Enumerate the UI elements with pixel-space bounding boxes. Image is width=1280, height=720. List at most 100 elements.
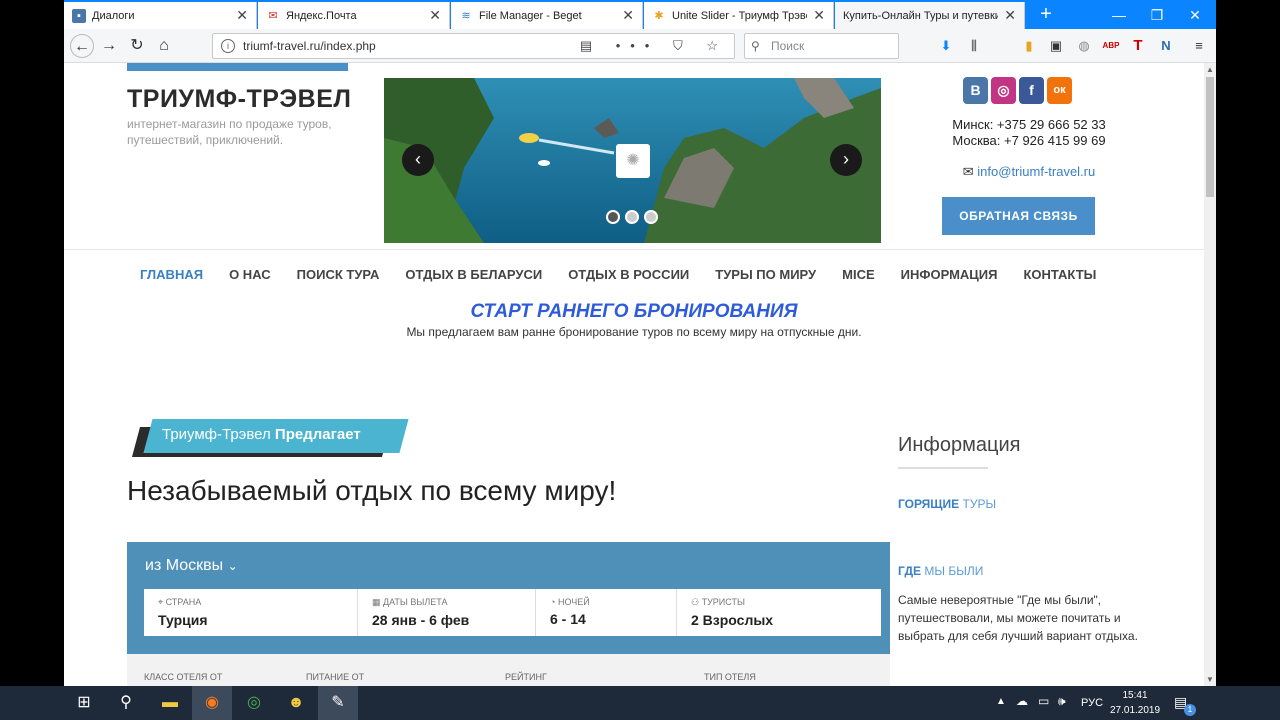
filter-rating[interactable]: РЕЙТИНГ — [505, 672, 547, 682]
phone-moscow: Москва: +7 926 415 99 69 — [952, 133, 1106, 148]
nav-item-home[interactable]: ГЛАВНАЯ — [140, 267, 203, 282]
dates-field[interactable]: ▦ ДАТЫ ВЫЛЕТА 28 янв - 6 фев — [358, 589, 536, 636]
menu-icon[interactable]: ≡ — [1190, 37, 1208, 55]
tab-file-manager[interactable]: ≋ File Manager - Beget ✕ — [451, 2, 643, 29]
nav-item-contacts[interactable]: КОНТАКТЫ — [1023, 267, 1096, 282]
tab-title: Unite Slider - Триумф Трэвел — [672, 9, 808, 22]
tourists-field[interactable]: ⚇ ТУРИСТЫ 2 Взрослых — [677, 589, 881, 636]
site-logo[interactable]: ТРИУМФ-ТРЭВЕЛ — [127, 85, 351, 114]
system-clock[interactable]: 15:41 27.01.2019 — [1110, 688, 1160, 718]
volume-icon[interactable]: 🕪 — [1058, 694, 1066, 709]
new-tab-button[interactable]: + — [1034, 4, 1058, 26]
browser-window: ▪ Диалоги ✕ ✉ Яндекс.Почта ✕ ≋ File Mana… — [64, 0, 1216, 686]
email-link[interactable]: ✉ info@triumf-travel.ru — [914, 164, 1144, 180]
bookmark-flag-icon[interactable]: ▮ — [1020, 37, 1038, 55]
scrollbar-thumb[interactable] — [1206, 77, 1214, 197]
where-we-were-bold: ГДЕ — [898, 564, 922, 578]
slider-dot-3[interactable] — [644, 210, 658, 224]
network-icon[interactable]: ▭ — [1038, 694, 1049, 708]
app-paint-icon[interactable]: ✎ — [318, 686, 358, 720]
odnoklassniki-icon[interactable]: ок — [1047, 77, 1072, 104]
search-input[interactable]: ⚲ Поиск — [744, 33, 899, 59]
url-bar[interactable]: i triumf-travel.ru/index.php ▤ ••• ⛉ ☆ — [212, 33, 735, 59]
sidebar-divider — [898, 467, 988, 469]
tab-title: Яндекс.Почта — [286, 9, 357, 22]
slider-prev-button[interactable]: ‹ — [402, 144, 434, 176]
app-avatar-icon[interactable]: ☻ — [276, 686, 316, 720]
download-icon[interactable]: ⬇ — [937, 37, 955, 55]
slider-dot-2[interactable] — [625, 210, 639, 224]
departure-city-value: из Москвы — [145, 557, 224, 574]
beget-icon: ≋ — [461, 9, 471, 22]
forward-button[interactable]: → — [97, 34, 121, 58]
close-icon[interactable]: ✕ — [622, 7, 634, 24]
search-icon[interactable]: ⚲ — [106, 686, 146, 720]
close-window-button[interactable]: ✕ — [1180, 4, 1210, 26]
maximize-button[interactable]: ❐ — [1142, 4, 1172, 26]
cloud-icon[interactable]: ☁ — [1016, 694, 1028, 708]
banner-text: Триумф-Трэвел Предлагает — [162, 426, 361, 443]
tab-current[interactable]: Купить-Онлайн Туры и путевки п ✕ — [835, 2, 1025, 29]
departure-city-dropdown[interactable]: из Москвы ⌄ — [145, 557, 238, 575]
info-icon[interactable]: i — [221, 39, 235, 53]
search-filters: КЛАСС ОТЕЛЯ ОТ ПИТАНИЕ ОТ РЕЙТИНГ ТИП ОТ… — [127, 654, 890, 686]
nav-item-tour-search[interactable]: ПОИСК ТУРА — [297, 267, 380, 282]
reload-button[interactable]: ↻ — [125, 34, 149, 58]
facebook-icon[interactable]: f — [1019, 77, 1044, 104]
scroll-down-icon[interactable]: ▼ — [1206, 675, 1214, 684]
filter-hotel-class[interactable]: КЛАСС ОТЕЛЯ ОТ — [144, 672, 222, 682]
page-scrollbar[interactable]: ▲ ▼ — [1204, 63, 1216, 686]
translate-icon[interactable]: T — [1129, 37, 1147, 55]
tab-dialogs[interactable]: ▪ Диалоги ✕ — [64, 2, 257, 29]
scroll-up-icon[interactable]: ▲ — [1206, 65, 1214, 74]
page-actions-icon[interactable]: ▤ ••• ⛉ ☆ — [580, 38, 728, 54]
filter-meals[interactable]: ПИТАНИЕ ОТ — [306, 672, 364, 682]
close-icon[interactable]: ✕ — [236, 7, 248, 24]
home-icon[interactable]: ⌂ — [152, 34, 176, 58]
close-icon[interactable]: ✕ — [1004, 7, 1016, 24]
offer-headline: Незабываемый отдых по всему миру! — [127, 475, 617, 506]
globe-icon[interactable]: ◍ — [1075, 37, 1093, 55]
filter-hotel-type[interactable]: ТИП ОТЕЛЯ — [704, 672, 756, 682]
nav-item-world-tours[interactable]: ТУРЫ ПО МИРУ — [715, 267, 816, 282]
calendar-icon: ▦ — [372, 597, 381, 607]
nights-field[interactable]: ◔ НОЧЕЙ 6 - 14 — [536, 589, 677, 636]
close-icon[interactable]: ✕ — [429, 7, 441, 24]
tray-expand-icon[interactable]: ▲ — [996, 696, 1006, 707]
minimize-button[interactable]: — — [1104, 4, 1134, 26]
language-indicator[interactable]: РУС — [1081, 697, 1103, 709]
adblock-icon[interactable]: ABP — [1102, 37, 1120, 55]
instagram-icon[interactable]: ◎ — [991, 77, 1016, 104]
nav-item-mice[interactable]: MICE — [842, 267, 875, 282]
file-explorer-icon[interactable]: ▬ — [150, 686, 190, 720]
nav-item-russia[interactable]: ОТДЫХ В РОССИИ — [568, 267, 689, 282]
clock-time: 15:41 — [1122, 690, 1148, 701]
slider-dot-1[interactable] — [606, 210, 620, 224]
search-placeholder: Поиск — [771, 39, 805, 53]
where-we-were-link[interactable]: ГДЕ МЫ БЫЛИ — [898, 564, 983, 578]
image-slider[interactable]: ‹ › ✺ — [384, 78, 881, 243]
promo-title: СТАРТ РАННЕГО БРОНИРОВАНИЯ — [470, 301, 798, 322]
chrome-icon[interactable]: ◎ — [234, 686, 274, 720]
vk-icon[interactable]: В — [963, 77, 988, 104]
tab-title: Диалоги — [92, 9, 135, 22]
close-icon[interactable]: ✕ — [813, 7, 825, 24]
extension-icon[interactable]: ▣ — [1047, 37, 1065, 55]
search-fields: ⌖ СТРАНА Турция ▦ ДАТЫ ВЫЛЕТА 28 янв - 6… — [144, 589, 881, 636]
back-button[interactable]: ← — [70, 34, 94, 58]
library-icon[interactable]: ⫼ — [965, 37, 983, 55]
hot-tours-link[interactable]: ГОРЯЩИЕ ТУРЫ — [898, 497, 996, 511]
nav-item-information[interactable]: ИНФОРМАЦИЯ — [901, 267, 998, 282]
header-divider — [64, 249, 1204, 250]
windows-start-icon[interactable]: ⊞ — [64, 686, 104, 720]
nav-item-belarus[interactable]: ОТДЫХ В БЕЛАРУСИ — [405, 267, 542, 282]
n-extension-icon[interactable]: N — [1157, 37, 1175, 55]
tab-yandex-mail[interactable]: ✉ Яндекс.Почта ✕ — [258, 2, 450, 29]
firefox-icon[interactable]: ◉ — [192, 686, 232, 720]
slider-next-button[interactable]: › — [830, 144, 862, 176]
callback-button[interactable]: ОБРАТНАЯ СВЯЗЬ — [942, 197, 1095, 235]
tab-unite-slider[interactable]: ✱ Unite Slider - Триумф Трэвел ✕ — [644, 2, 834, 29]
country-field[interactable]: ⌖ СТРАНА Турция — [144, 589, 358, 636]
nav-item-about[interactable]: О НАС — [229, 267, 271, 282]
dates-label: ДАТЫ ВЫЛЕТА — [383, 597, 448, 607]
